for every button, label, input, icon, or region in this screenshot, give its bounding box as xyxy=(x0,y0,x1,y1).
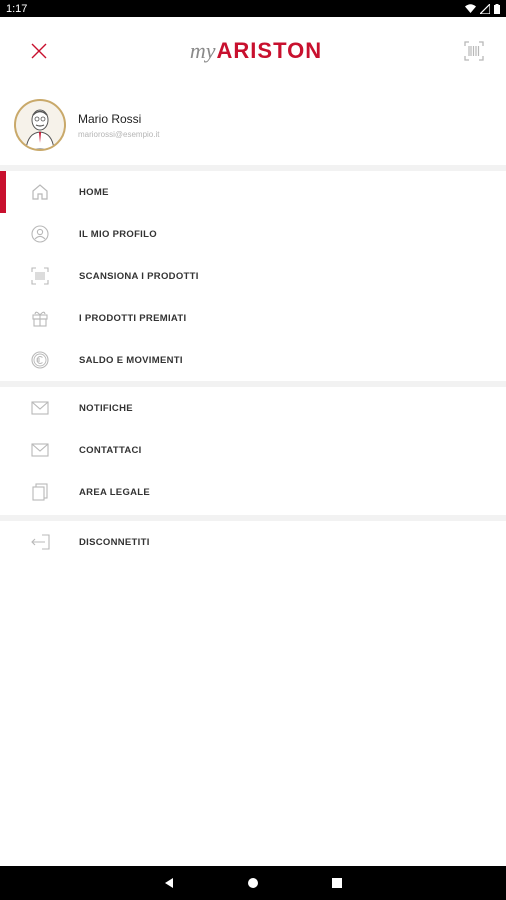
profile-name: Mario Rossi xyxy=(78,111,142,126)
system-nav-bar xyxy=(0,866,506,900)
gift-icon xyxy=(30,308,50,328)
profile-email: mariorossi@esempio.it xyxy=(78,129,160,139)
coin-icon xyxy=(30,350,50,370)
user-icon xyxy=(30,224,50,244)
home-nav-icon[interactable] xyxy=(247,877,259,889)
menu-item-home[interactable]: HOME xyxy=(0,171,506,213)
menu-item-rewards[interactable]: I PRODOTTI PREMIATI xyxy=(0,297,506,339)
mail-icon xyxy=(30,398,50,418)
recents-icon[interactable] xyxy=(331,877,343,889)
close-icon[interactable] xyxy=(30,42,48,60)
mail-icon xyxy=(30,440,50,460)
menu-item-scan[interactable]: SCANSIONA I PRODOTTI xyxy=(0,255,506,297)
menu-item-label: AREA LEGALE xyxy=(79,486,151,498)
profile-text: Mario Rossi mariorossi@esempio.it xyxy=(78,112,159,139)
app-header: my ARISTON xyxy=(0,17,506,85)
status-bar: 1:17 xyxy=(0,0,506,17)
battery-icon xyxy=(494,3,500,14)
menu-item-label: DISCONNETITI xyxy=(79,536,150,548)
menu-item-legal[interactable]: AREA LEGALE xyxy=(0,471,506,513)
menu-item-logout[interactable]: DISCONNETITI xyxy=(0,521,506,563)
back-icon[interactable] xyxy=(163,877,175,889)
menu-item-label: NOTIFICHE xyxy=(79,402,133,414)
menu-secondary: NOTIFICHE CONTATTACI AREA LEGALE xyxy=(0,387,506,513)
menu-item-contact[interactable]: CONTATTACI xyxy=(0,429,506,471)
menu-item-label: IL MIO PROFILO xyxy=(79,228,157,240)
logout-icon xyxy=(30,532,50,552)
app-logo: my ARISTON xyxy=(190,38,322,64)
user-avatar-icon xyxy=(25,109,55,149)
document-icon xyxy=(30,482,50,502)
menu-item-label: I PRODOTTI PREMIATI xyxy=(79,312,187,324)
menu-primary: HOME IL MIO PROFILO SCANSIONA I PRODOTTI… xyxy=(0,171,506,381)
menu-item-label: SALDO E MOVIMENTI xyxy=(79,354,183,366)
menu-item-profile[interactable]: IL MIO PROFILO xyxy=(0,213,506,255)
avatar xyxy=(14,99,66,151)
barcode-scan-icon[interactable] xyxy=(464,41,484,61)
wifi-icon xyxy=(465,4,476,13)
menu-item-balance[interactable]: SALDO E MOVIMENTI xyxy=(0,339,506,381)
profile-section[interactable]: Mario Rossi mariorossi@esempio.it xyxy=(0,85,506,165)
status-time: 1:17 xyxy=(6,2,28,15)
menu-item-label: HOME xyxy=(79,186,109,198)
logo-my: my xyxy=(189,38,216,63)
scan-icon xyxy=(30,266,50,286)
menu-item-label: SCANSIONA I PRODOTTI xyxy=(79,270,199,282)
menu-item-notifications[interactable]: NOTIFICHE xyxy=(0,387,506,429)
home-icon xyxy=(30,182,50,202)
signal-icon xyxy=(480,3,490,14)
status-icons xyxy=(465,3,500,14)
menu-logout: DISCONNETITI xyxy=(0,521,506,563)
logo-brand: ARISTON xyxy=(216,38,323,63)
menu-item-label: CONTATTACI xyxy=(79,444,142,456)
